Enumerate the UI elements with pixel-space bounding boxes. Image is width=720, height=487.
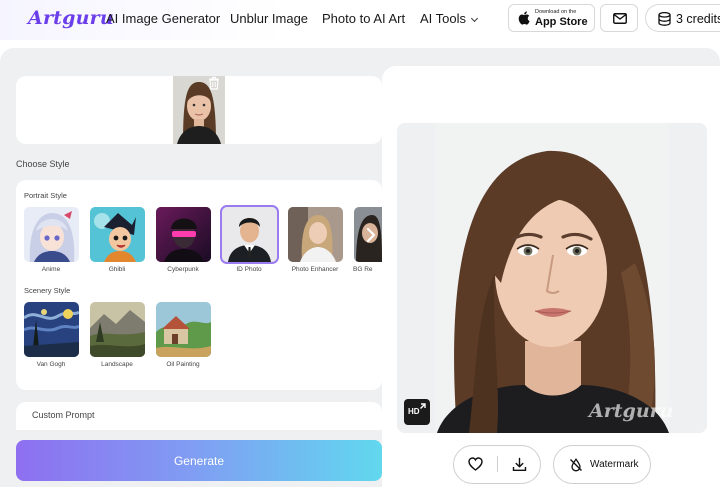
result-image: Artguru xyxy=(397,123,707,433)
style-tile-cyberpunk[interactable] xyxy=(156,207,211,262)
style-label-anime: Anime xyxy=(41,266,61,273)
credits-button[interactable]: 3 credits xyxy=(645,4,720,32)
nav-ai-tools-label: AI Tools xyxy=(420,11,467,26)
artguru-logo[interactable]: Artguru xyxy=(28,7,114,29)
style-label-oil-painting: Oil Painting xyxy=(166,361,200,368)
watermark-off-icon xyxy=(570,458,582,472)
nav-photo-to-ai-art[interactable]: Photo to AI Art xyxy=(322,11,405,26)
appstore-small-text: Download on the xyxy=(535,9,577,15)
chevron-down-icon xyxy=(470,14,479,23)
action-divider xyxy=(497,456,498,472)
style-label-photo-enhancer: Photo Enhancer xyxy=(291,266,339,273)
nav-ai-tools[interactable]: AI Tools xyxy=(420,11,479,26)
nav-ai-image-generator[interactable]: AI Image Generator xyxy=(106,11,220,26)
style-tile-oil-painting[interactable] xyxy=(156,302,211,357)
chevron-right-icon[interactable] xyxy=(364,224,378,246)
hd-label: HD xyxy=(408,407,420,416)
generate-button[interactable]: Generate xyxy=(16,440,382,481)
portrait-style-label: Portrait Style xyxy=(24,191,67,200)
style-tile-landscape[interactable] xyxy=(90,302,145,357)
coin-stack-icon xyxy=(658,12,671,26)
mail-icon xyxy=(613,13,627,24)
heart-icon[interactable] xyxy=(468,457,483,471)
style-tile-van-gogh[interactable] xyxy=(24,302,79,357)
style-tile-photo-enhancer[interactable] xyxy=(288,207,343,262)
remove-watermark-button[interactable]: Watermark xyxy=(553,445,651,484)
style-label-id-photo: ID Photo xyxy=(236,266,262,273)
style-label-cyberpunk: Cyberpunk xyxy=(167,266,199,273)
style-label-landscape: Landscape xyxy=(101,361,133,368)
apple-icon xyxy=(518,11,530,25)
nav-unblur-image[interactable]: Unblur Image xyxy=(230,11,308,26)
custom-prompt-label: Custom Prompt xyxy=(32,410,95,420)
credits-count: 3 credits xyxy=(676,12,720,26)
watermark-label: Watermark xyxy=(590,459,639,470)
scenery-style-label: Scenery Style xyxy=(24,286,71,295)
app-store-button[interactable]: Download on the App Store xyxy=(508,4,595,32)
appstore-big-text: App Store xyxy=(535,16,588,28)
style-tile-anime[interactable] xyxy=(24,207,79,262)
download-icon[interactable] xyxy=(512,457,527,472)
style-label-ghibli: Ghibli xyxy=(108,266,126,273)
trash-icon[interactable] xyxy=(207,76,221,90)
hd-upscale-button[interactable]: HD xyxy=(404,399,430,425)
result-watermark: Artguru xyxy=(589,400,674,422)
choose-style-label: Choose Style xyxy=(16,159,70,169)
style-label-van-gogh: Van Gogh xyxy=(36,361,66,368)
mail-button[interactable] xyxy=(600,4,638,32)
style-label-bg-remover: BG Re xyxy=(353,266,373,273)
top-nav-bar: Artguru AI Image Generator Unblur Image … xyxy=(0,0,720,40)
style-tile-ghibli[interactable] xyxy=(90,207,145,262)
style-tile-id-photo[interactable] xyxy=(220,205,279,264)
